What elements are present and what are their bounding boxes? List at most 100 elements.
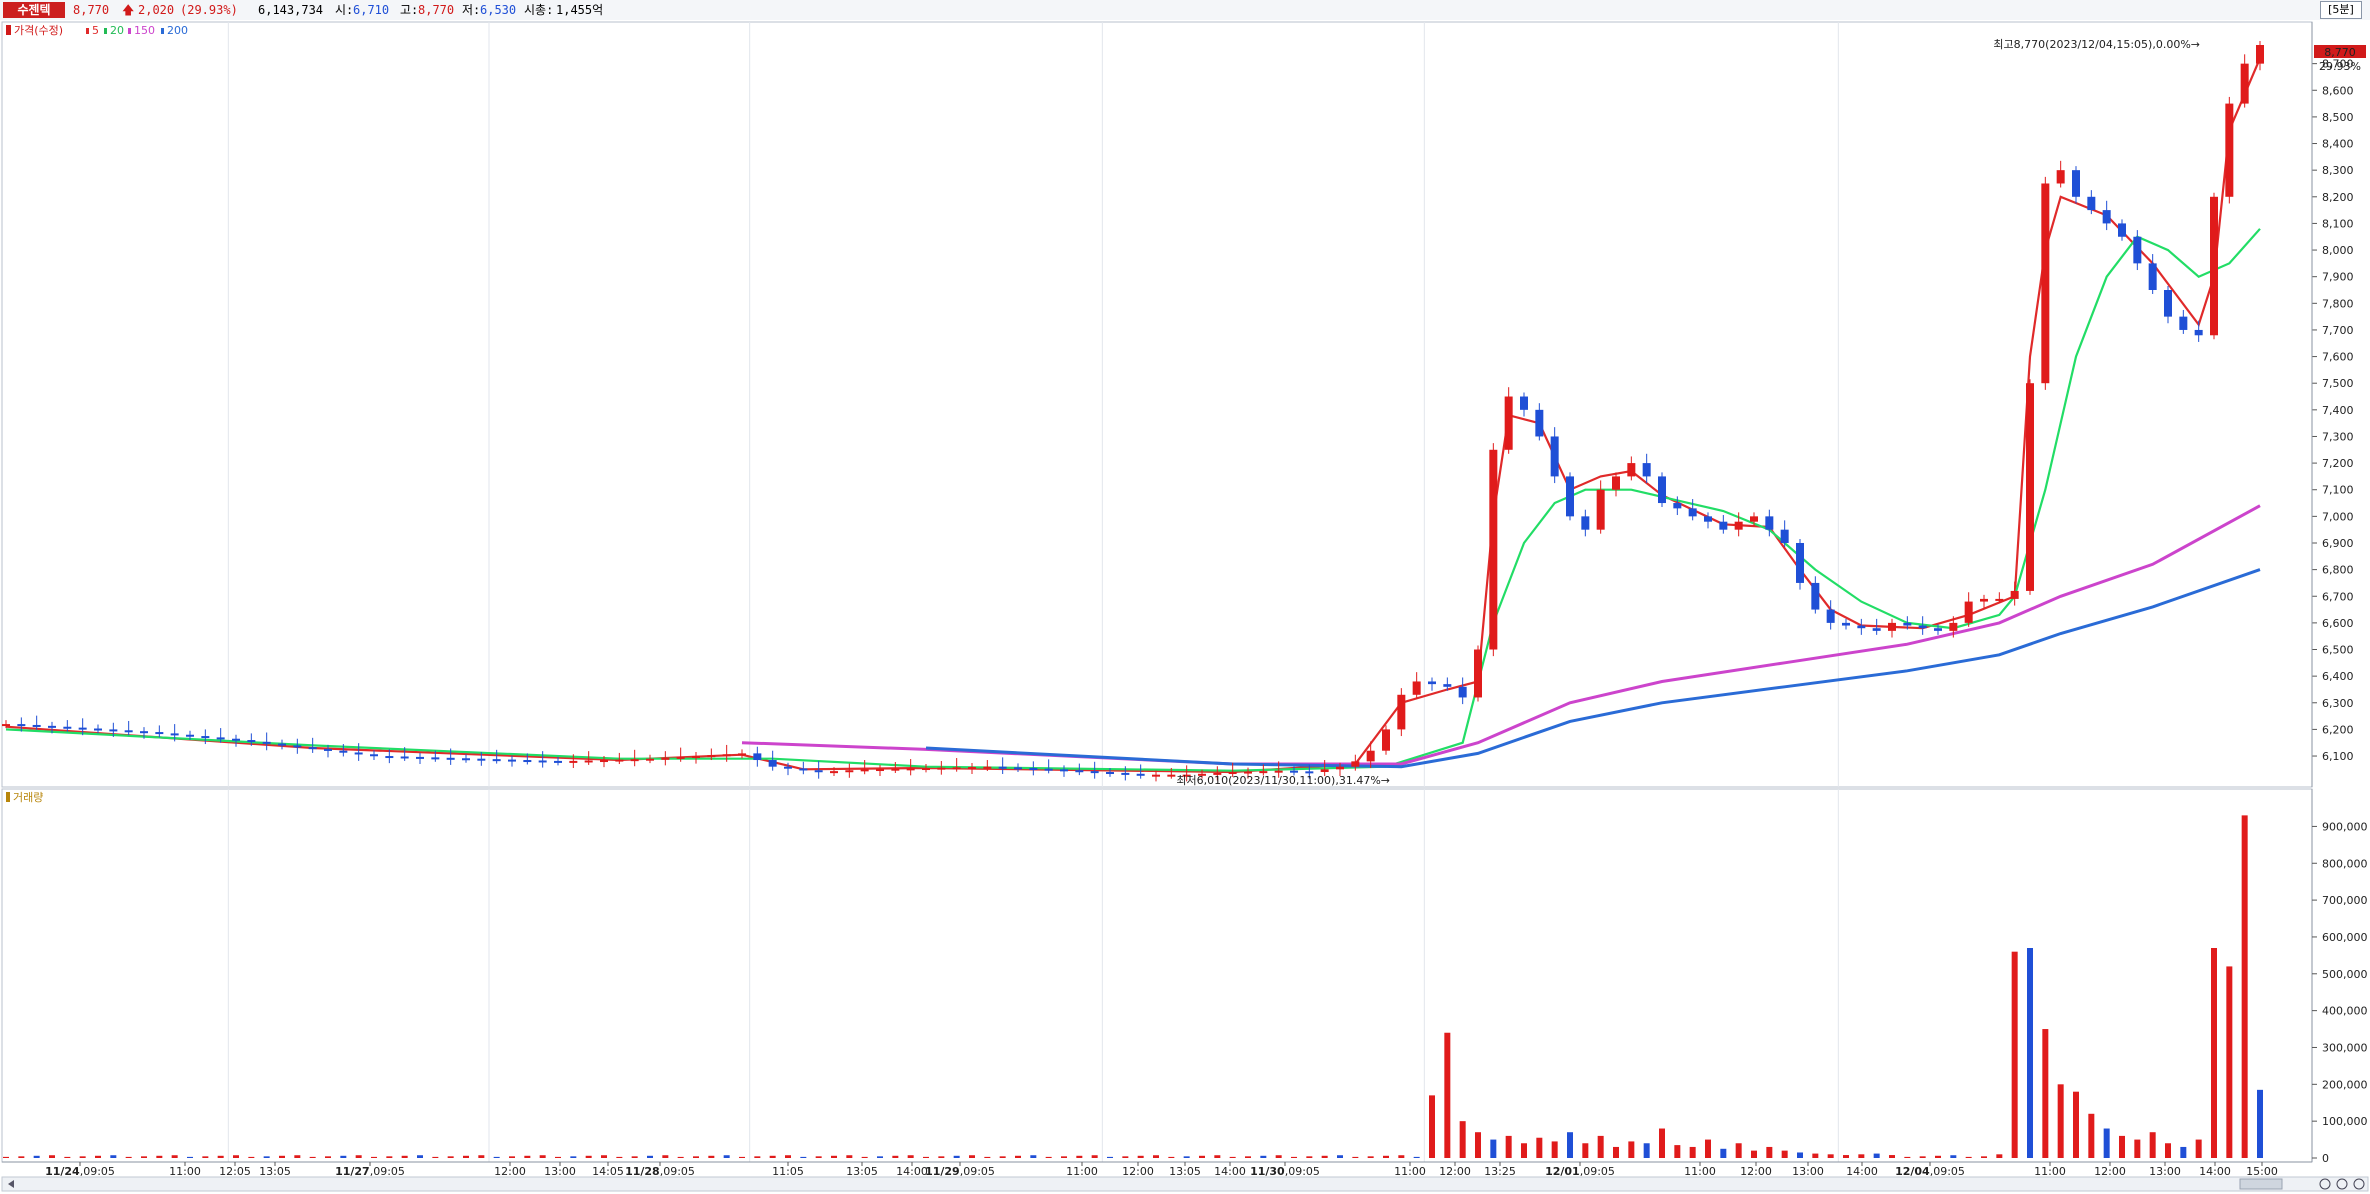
candle-body xyxy=(1274,770,1283,773)
volume-bar xyxy=(1429,1095,1435,1158)
volume-bar xyxy=(1705,1139,1711,1158)
high-label: 고: xyxy=(400,3,419,17)
price-change-pct: (29.93%) xyxy=(180,3,238,17)
price-axis-label: 6,400 xyxy=(2322,670,2354,683)
candle-body xyxy=(216,737,225,740)
price-change: 2,020 xyxy=(138,3,175,17)
price-axis-label: 7,700 xyxy=(2322,324,2354,337)
candle-body xyxy=(1014,767,1022,770)
candle-body xyxy=(1566,476,1574,517)
volume-bar xyxy=(1275,1155,1282,1158)
candle-body xyxy=(2056,170,2065,184)
candle-body xyxy=(2087,196,2096,211)
candle-body xyxy=(2240,63,2249,104)
price-axis-label: 7,600 xyxy=(2322,351,2354,364)
volume-bar xyxy=(1781,1150,1788,1158)
candle-body xyxy=(1796,542,1804,583)
volume-axis-label: 900,000 xyxy=(2322,820,2368,833)
volume-bar xyxy=(846,1155,853,1158)
time-axis-label: 11/24,09:05 xyxy=(45,1165,115,1178)
volume-bar xyxy=(877,1156,883,1158)
high-price: 8,770 xyxy=(418,3,455,17)
legend-ma200: 200 xyxy=(167,24,188,37)
candle-body xyxy=(1167,774,1176,777)
time-axis-label: 11:00 xyxy=(169,1165,201,1178)
candle-body xyxy=(646,758,654,761)
candle-body xyxy=(1366,750,1375,762)
candle-body xyxy=(201,736,210,739)
volume-bar xyxy=(1137,1155,1144,1158)
low-price: 6,530 xyxy=(480,3,517,17)
stock-name-badge[interactable]: 수젠텍 xyxy=(3,2,65,18)
price-axis-label: 6,900 xyxy=(2322,537,2354,550)
volume-bar xyxy=(1536,1137,1543,1158)
candle-body xyxy=(906,768,915,771)
volume-bar xyxy=(1183,1156,1190,1158)
stock-chart[interactable]: 6,100 6,200 6,300 6,400 6,500 6,600 6,700 6,800… xyxy=(0,20,2370,1194)
horizontal-scrollbar[interactable] xyxy=(1,1176,2369,1192)
price-axis-label: 6,800 xyxy=(2322,564,2354,577)
volume-bar xyxy=(1628,1141,1635,1158)
volume-bar xyxy=(555,1156,561,1158)
volume-bar xyxy=(493,1156,500,1158)
volume-axis-label: 200,000 xyxy=(2322,1078,2368,1091)
scrollbar-thumb[interactable] xyxy=(2239,1178,2283,1190)
candle-body xyxy=(370,754,378,757)
volume-bar xyxy=(263,1156,270,1158)
volume-bar xyxy=(969,1155,975,1158)
volume-bar xyxy=(1735,1143,1742,1158)
candle-body xyxy=(1336,766,1344,770)
price-axis-label: 8,600 xyxy=(2322,84,2354,97)
candle-body xyxy=(538,760,547,763)
candle-body xyxy=(385,756,394,759)
candle-body xyxy=(998,766,1007,769)
candle-body xyxy=(1520,396,1528,410)
volume-bar xyxy=(677,1156,684,1158)
volume-bar xyxy=(662,1155,669,1158)
candle-body xyxy=(676,756,685,759)
time-axis-label: 12:05 xyxy=(219,1165,251,1178)
volume-bar xyxy=(1122,1156,1129,1158)
volume-bar xyxy=(248,1156,255,1158)
volume-bar xyxy=(79,1156,86,1158)
price-axis-label: 6,500 xyxy=(2322,644,2354,657)
candle-body xyxy=(1428,681,1436,685)
min-price-annotation: 최저6,010(2023/11/30,11:00),31.47%→ xyxy=(1176,774,1390,787)
candle-body xyxy=(845,770,854,773)
candle-body xyxy=(2194,329,2203,336)
volume-bar xyxy=(2073,1091,2079,1158)
volume-bar xyxy=(1873,1153,1880,1158)
volume-bar xyxy=(463,1155,469,1158)
candle-body xyxy=(247,740,256,743)
volume-bar xyxy=(309,1156,316,1158)
volume-bar xyxy=(2011,951,2018,1158)
volume-bar xyxy=(1904,1156,1911,1158)
price-axis-label: 7,400 xyxy=(2322,404,2354,417)
candle-body xyxy=(799,768,808,771)
interval-selector[interactable]: [5분] xyxy=(2320,1,2362,19)
candle-body xyxy=(1627,463,1636,477)
time-axis-label: 13:00 xyxy=(1792,1165,1824,1178)
price-axis-label: 7,300 xyxy=(2322,430,2354,443)
candle-body xyxy=(753,753,762,761)
volume-bar xyxy=(1551,1141,1558,1158)
volume-bar xyxy=(739,1156,745,1158)
candle-body xyxy=(860,769,869,772)
candle-body xyxy=(1888,622,1896,631)
candle-body xyxy=(600,760,608,763)
time-axis-sublabel: ,09:05 xyxy=(960,1165,995,1178)
max-price-annotation: 최고8,770(2023/12/04,15:05),0.00%→ xyxy=(1993,38,2200,51)
time-axis-label: 13:25 xyxy=(1484,1165,1516,1178)
price-axis-label: 7,200 xyxy=(2322,457,2354,470)
candle-body xyxy=(2102,210,2111,224)
candle-body xyxy=(354,752,363,755)
volume-bar xyxy=(769,1155,776,1158)
candle-body xyxy=(1397,694,1406,730)
volume-bar xyxy=(601,1155,607,1158)
candle-body xyxy=(262,741,271,744)
price-axis-label: 8,300 xyxy=(2322,164,2354,177)
candle-body xyxy=(1642,463,1651,477)
candle-body xyxy=(1750,516,1758,522)
candle-body xyxy=(1443,684,1452,687)
candle-body xyxy=(1029,768,1038,771)
